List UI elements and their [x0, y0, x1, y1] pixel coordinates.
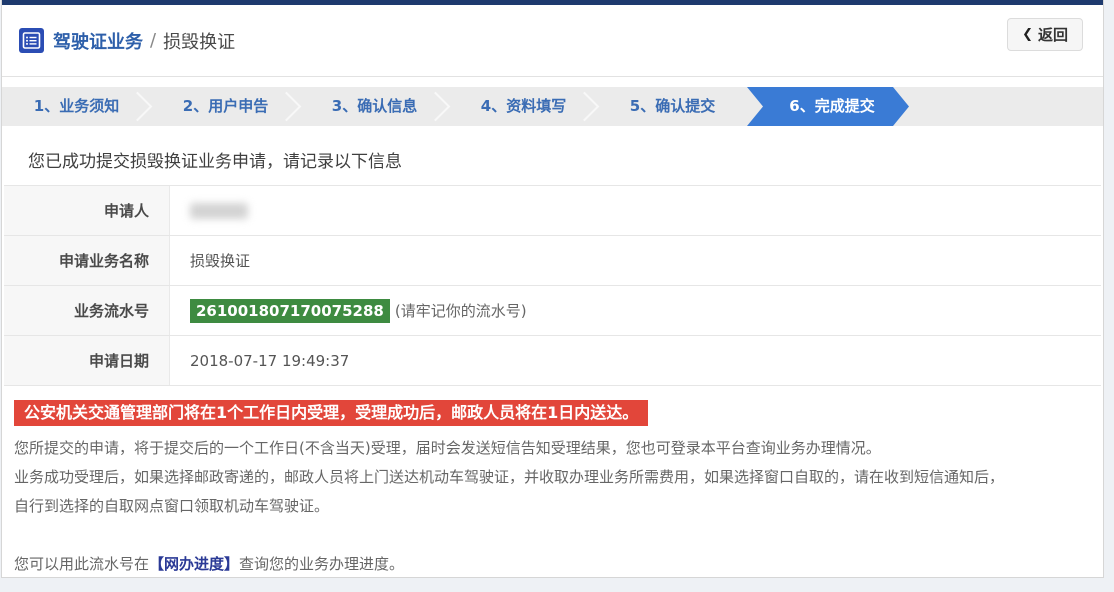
processing-alert-banner: 公安机关交通管理部门将在1个工作日内受理，受理成功后，邮政人员将在1日内送达。: [14, 400, 648, 426]
page-subtitle: 损毁换证: [163, 28, 235, 54]
redacted-applicant-name: [190, 203, 248, 219]
table-row-serial-number: 业务流水号 261001807170075288 (请牢记你的流水号): [4, 286, 1101, 336]
instruction-line: 业务成功受理后，如果选择邮政寄递的，邮政人员将上门送达机动车驾驶证，并收取办理业…: [14, 463, 1103, 492]
instruction-line: 您所提交的申请，将于提交后的一个工作日(不含当天)受理，届时会发送短信告知受理结…: [14, 434, 1103, 463]
step-progress-bar: 1、业务须知 2、用户申告 3、确认信息 4、资料填写 5、确认提交 6、完成提…: [2, 87, 1103, 126]
row-label: 申请业务名称: [4, 236, 170, 285]
breadcrumb-separator: /: [150, 30, 156, 51]
page-title: 驾驶证业务: [53, 28, 143, 54]
row-label: 业务流水号: [4, 286, 170, 335]
row-value: 损毁换证: [170, 236, 250, 285]
step-5-confirm-submit: 5、确认提交: [598, 87, 747, 126]
serial-number-note: (请牢记你的流水号): [395, 300, 527, 321]
row-value: 2018-07-17 19:49:37: [170, 336, 349, 385]
back-button-label: 返回: [1038, 24, 1068, 45]
row-label: 申请日期: [4, 336, 170, 385]
hint-prefix: 您可以用此流水号在: [14, 555, 149, 573]
instructions-paragraphs: 您所提交的申请，将于提交后的一个工作日(不含当天)受理，届时会发送短信告知受理结…: [14, 434, 1103, 521]
success-heading: 您已成功提交损毁换证业务申请，请记录以下信息: [28, 147, 1103, 172]
list-icon: [19, 28, 44, 53]
main-panel: 驾驶证业务 / 损毁换证 ❮ 返回 1、业务须知 2、用户申告 3、确认信息 4…: [1, 0, 1104, 578]
instruction-line: 自行到选择的自取网点窗口领取机动车驾驶证。: [14, 492, 1103, 521]
step-6-complete-submit: 6、完成提交: [747, 87, 909, 126]
row-label: 申请人: [4, 186, 170, 235]
breadcrumb: 驾驶证业务 / 损毁换证: [19, 5, 235, 76]
online-progress-link[interactable]: 【网办进度】: [149, 555, 239, 573]
serial-number-badge: 261001807170075288: [190, 299, 390, 323]
page-header: 驾驶证业务 / 损毁换证 ❮ 返回: [2, 5, 1103, 77]
back-button[interactable]: ❮ 返回: [1007, 18, 1083, 51]
table-row-apply-date: 申请日期 2018-07-17 19:49:37: [4, 336, 1101, 386]
step-2-user-declaration: 2、用户申告: [151, 87, 300, 126]
table-row-business-name: 申请业务名称 损毁换证: [4, 236, 1101, 286]
step-4-fill-data: 4、资料填写: [449, 87, 598, 126]
row-value: [170, 186, 248, 235]
step-1-business-notice: 1、业务须知: [2, 87, 151, 126]
table-row-applicant: 申请人: [4, 186, 1101, 236]
progress-query-hint: 您可以用此流水号在【网办进度】查询您的业务办理进度。: [14, 554, 1103, 574]
step-3-confirm-info: 3、确认信息: [300, 87, 449, 126]
application-info-table: 申请人 申请业务名称 损毁换证 业务流水号 261001807170075288…: [4, 185, 1101, 386]
row-value: 261001807170075288 (请牢记你的流水号): [170, 286, 527, 335]
chevron-left-icon: ❮: [1022, 27, 1033, 42]
hint-suffix: 查询您的业务办理进度。: [239, 555, 404, 573]
